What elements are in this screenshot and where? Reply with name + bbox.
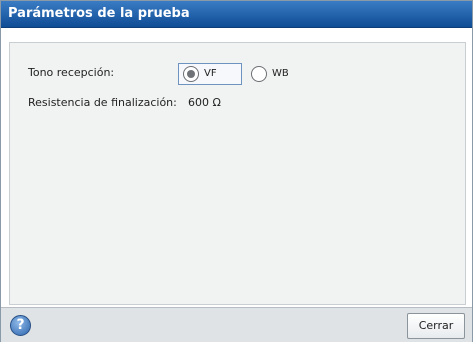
radio-option-wb[interactable]: WB [246, 63, 304, 85]
termination-label: Resistencia de finalización: [28, 96, 177, 109]
settings-panel: Tono recepción: VF WB Resistencia de fin… [9, 42, 466, 305]
footer-bar: ? Cerrar [1, 307, 472, 342]
dialog-title: Parámetros de la prueba [8, 6, 190, 21]
tone-label: Tono recepción: [28, 66, 115, 79]
termination-value: 600 Ω [188, 96, 221, 109]
radio-wb-icon [251, 66, 267, 82]
title-bar: Parámetros de la prueba [1, 1, 472, 28]
radio-vf-label: VF [204, 68, 217, 79]
radio-vf-icon [183, 66, 199, 82]
radio-option-vf[interactable]: VF [178, 63, 242, 85]
help-button[interactable]: ? [10, 315, 31, 336]
radio-wb-label: WB [272, 68, 289, 79]
question-mark-icon: ? [16, 317, 25, 333]
close-button[interactable]: Cerrar [407, 313, 465, 339]
dialog-window: Parámetros de la prueba Tono recepción: … [0, 0, 473, 342]
radio-selected-dot [187, 70, 195, 78]
